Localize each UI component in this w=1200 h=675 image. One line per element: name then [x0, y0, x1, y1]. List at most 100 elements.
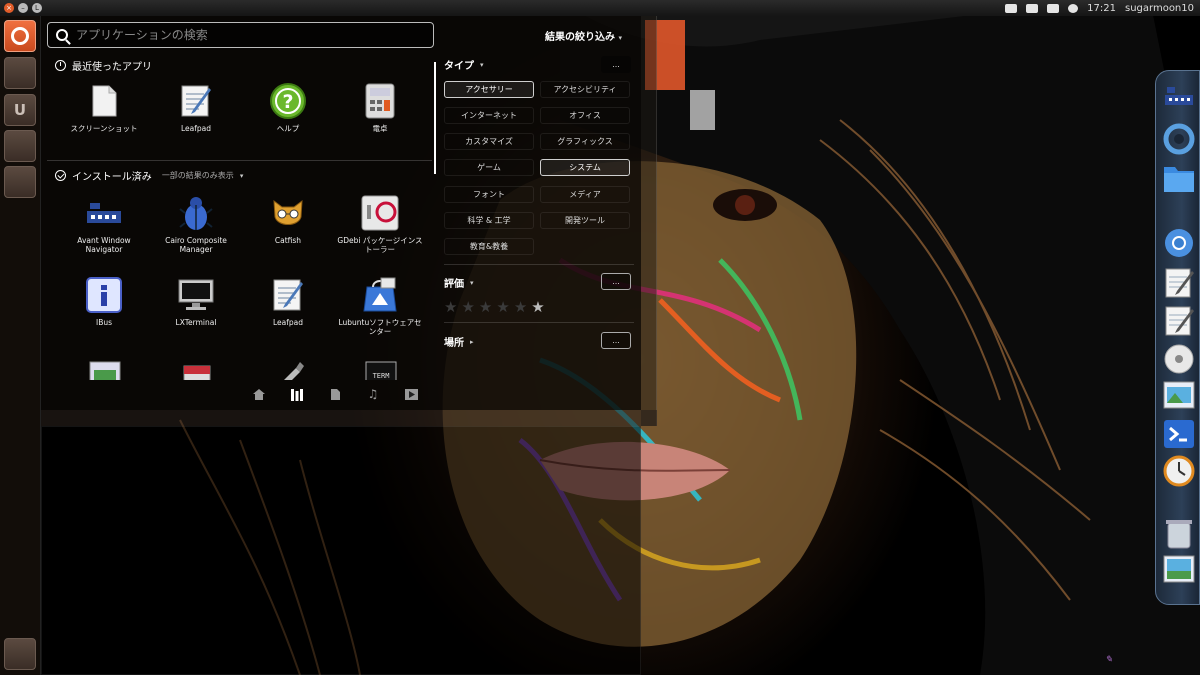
category-chip[interactable]: システム: [540, 159, 630, 176]
image-viewer-icon[interactable]: [86, 358, 124, 380]
clock-icon[interactable]: [1163, 455, 1195, 487]
chip-label: フォント: [473, 190, 505, 199]
tools-icon[interactable]: [270, 358, 308, 380]
filter-divider: [444, 264, 634, 265]
chip-label: 開発ツール: [565, 216, 605, 225]
clock-label[interactable]: 17:21: [1087, 3, 1116, 14]
app-tile[interactable]: Lubuntuソフトウェアセンター: [335, 276, 425, 336]
star-icon[interactable]: ★: [444, 298, 457, 316]
star-icon[interactable]: ★: [514, 298, 527, 316]
star-icon[interactable]: ★: [531, 298, 544, 316]
category-chip[interactable]: グラフィックス: [540, 133, 630, 150]
terminal-icon[interactable]: TERM: [362, 358, 400, 380]
applications-icon[interactable]: [289, 386, 305, 402]
app-tile[interactable]: Leafpad: [151, 82, 241, 133]
user-menu[interactable]: sugarmoon10: [1125, 3, 1194, 14]
app-tile[interactable]: 電卓: [335, 82, 425, 133]
category-chip[interactable]: インターネット: [444, 107, 534, 124]
package-icon[interactable]: [178, 358, 216, 380]
dash-home-button[interactable]: [4, 20, 36, 52]
location-filter-header[interactable]: 場所 ▸: [444, 334, 474, 350]
image-viewer-icon[interactable]: [1163, 381, 1195, 413]
launcher-workspace-1[interactable]: [4, 57, 36, 89]
app-label: ヘルプ: [276, 124, 300, 133]
app-tile[interactable]: ? ヘルプ: [243, 82, 333, 133]
show-more-link[interactable]: 一部の結果のみ表示: [162, 170, 234, 181]
category-chip[interactable]: アクセサリー: [444, 81, 534, 98]
right-dock: [1155, 70, 1200, 605]
search-icon: [56, 29, 68, 41]
location-filter-label: 場所: [444, 338, 464, 349]
category-chip[interactable]: フォント: [444, 186, 534, 203]
category-chip[interactable]: ゲーム: [444, 159, 534, 176]
indicator-area: 17:21 sugarmoon10: [1005, 3, 1200, 14]
window-minimize-button[interactable]: –: [18, 3, 28, 13]
app-tile[interactable]: IBus: [59, 276, 149, 327]
launcher-trash[interactable]: [4, 638, 36, 670]
chromium-icon[interactable]: [1163, 227, 1195, 259]
category-chip[interactable]: メディア: [540, 186, 630, 203]
chip-label: システム: [569, 163, 601, 172]
scope-bar: ♫: [251, 386, 419, 402]
app-tile[interactable]: スクリーンショット: [59, 82, 149, 133]
category-chip[interactable]: カスタマイズ: [444, 133, 534, 150]
home-icon[interactable]: [251, 386, 267, 402]
type-all-button[interactable]: ...: [601, 56, 631, 73]
category-chip[interactable]: 教育&教養: [444, 238, 534, 255]
app-label: Lubuntuソフトウェアセンター: [338, 318, 422, 336]
category-chip[interactable]: アクセシビリティ: [540, 81, 630, 98]
type-filter-header[interactable]: タイプ ▾: [444, 57, 484, 73]
rating-filter-header[interactable]: 評価 ▾: [444, 275, 474, 291]
app-tile[interactable]: LXTerminal: [151, 276, 241, 327]
filter-toggle[interactable]: 結果の絞り込み ▾: [545, 28, 622, 43]
clock-icon: [55, 60, 66, 71]
swirl-icon[interactable]: [1163, 123, 1195, 155]
disc-icon[interactable]: [1163, 343, 1195, 375]
star-icon[interactable]: ★: [479, 298, 492, 316]
music-icon[interactable]: ♫: [365, 386, 381, 402]
folder-icon[interactable]: [1163, 163, 1195, 195]
app-label: Avant Window Navigator: [77, 236, 131, 254]
app-tile[interactable]: Cairo Composite Manager: [151, 194, 241, 254]
mail-icon[interactable]: [1026, 3, 1039, 13]
terminal-icon[interactable]: [1163, 419, 1195, 451]
search-input[interactable]: [76, 28, 433, 42]
dash-edge-bottom: [41, 410, 657, 426]
rating-all-button[interactable]: ...: [601, 273, 631, 290]
window-maximize-button[interactable]: L: [32, 3, 42, 13]
app-tile[interactable]: Catfish: [243, 194, 333, 245]
chevron-down-icon[interactable]: ▾: [240, 172, 244, 180]
chip-label: メディア: [569, 190, 601, 199]
chevron-right-icon: ▸: [470, 337, 474, 346]
files-icon[interactable]: [327, 386, 343, 402]
window-close-button[interactable]: ×: [4, 3, 14, 13]
category-chip[interactable]: 開発ツール: [540, 212, 630, 229]
star-icon[interactable]: ★: [461, 298, 474, 316]
rating-filter-label: 評価: [444, 279, 464, 290]
category-chip[interactable]: オフィス: [540, 107, 630, 124]
dash-edge: [641, 16, 657, 426]
search-box[interactable]: [47, 22, 434, 48]
location-all-button[interactable]: ...: [601, 332, 631, 349]
top-panel: × – L 17:21 sugarmoon10: [0, 0, 1200, 16]
star-icon[interactable]: ★: [496, 298, 509, 316]
text-editor-icon[interactable]: [1163, 305, 1195, 337]
rating-stars[interactable]: ★ ★ ★ ★ ★ ★: [444, 298, 545, 316]
launcher-unity-app[interactable]: U: [4, 94, 36, 126]
launcher-workspace-2[interactable]: [4, 130, 36, 162]
messaging-icon[interactable]: [1047, 3, 1060, 13]
network-icon[interactable]: [1005, 3, 1018, 13]
filter-panel: 結果の絞り込み ▾ タイプ ▾ ... アクセサリー アクセシビリティ インター…: [430, 16, 641, 410]
text-editor-icon[interactable]: [1163, 267, 1195, 299]
calculator-icon: [361, 82, 399, 120]
volume-icon[interactable]: [1068, 3, 1079, 13]
app-tile[interactable]: Avant Window Navigator: [59, 194, 149, 254]
launcher-workspace-3[interactable]: [4, 166, 36, 198]
video-icon[interactable]: [403, 386, 419, 402]
app-tile[interactable]: GDebi パッケージインストーラー: [335, 194, 425, 254]
trash-icon[interactable]: [1163, 517, 1195, 549]
app-tile[interactable]: Leafpad: [243, 276, 333, 327]
photo-icon[interactable]: [1163, 555, 1195, 587]
network-manager-icon[interactable]: [1163, 85, 1195, 117]
category-chip[interactable]: 科学 & 工学: [444, 212, 534, 229]
